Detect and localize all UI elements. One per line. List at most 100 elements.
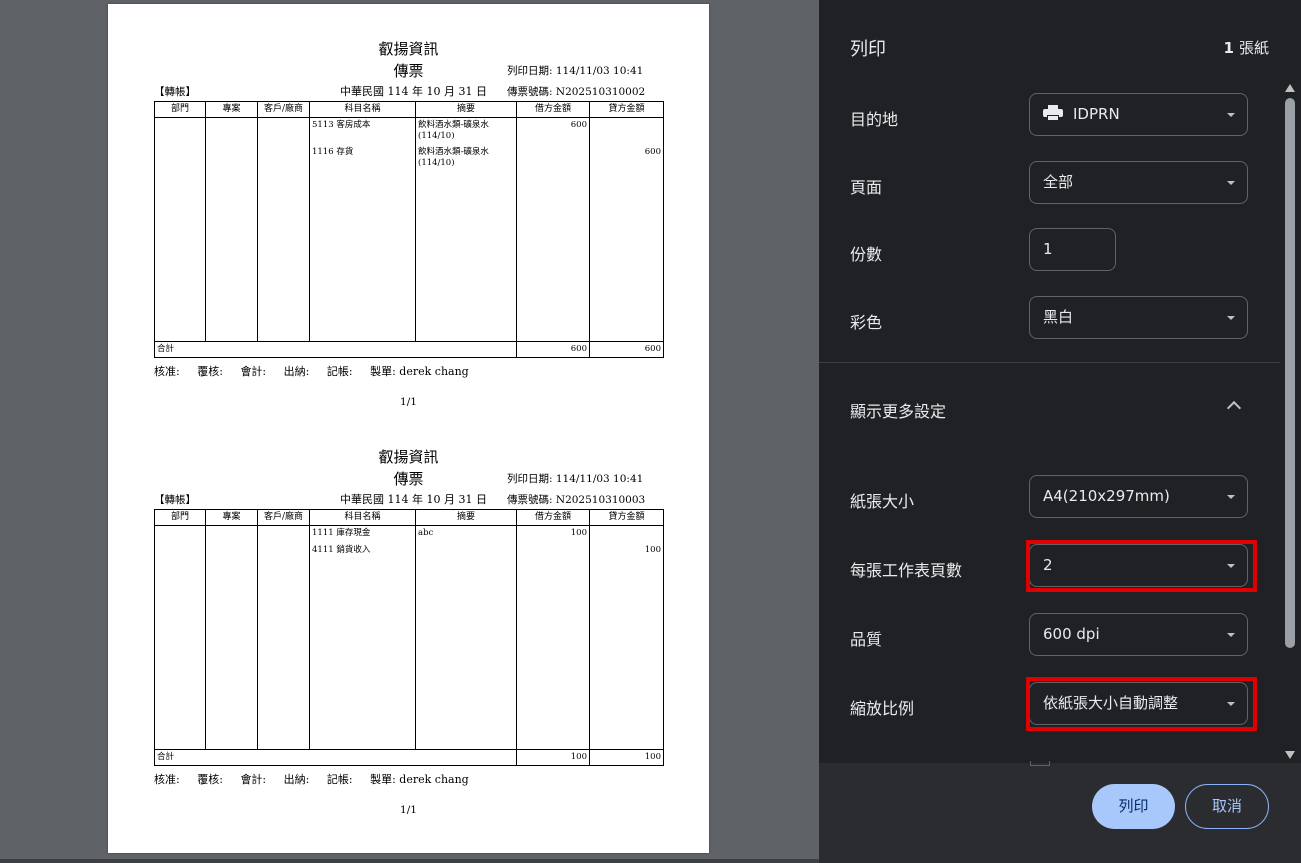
table-header-row: 部門 專案 客戶/廠商 科目名稱 摘要 借方金額 貸方金額	[154, 101, 664, 118]
copies-label: 份數	[850, 245, 883, 264]
copies-input[interactable]: 1	[1029, 228, 1116, 271]
color-select[interactable]: 黑白	[1029, 296, 1248, 339]
cell-customer	[257, 117, 310, 342]
entry-account: 1116 存貨	[312, 147, 354, 157]
voucher-number: 傳票號碼: N202510310003	[507, 494, 646, 506]
signature-review: 覆核:	[197, 365, 223, 378]
entry-memo: 飲料酒水類-礦泉水(114/10)	[418, 120, 489, 141]
sheet-count-unit: 張紙	[1238, 39, 1269, 57]
print-preview-area: 叡揚資訊 傳票 列印日期: 114/11/03 10:41 【轉帳】 中華民國 …	[0, 0, 819, 863]
chevron-down-icon	[1227, 495, 1235, 499]
entry-debit: 100	[570, 528, 587, 538]
voucher-type: 【轉帳】	[154, 86, 196, 98]
signature-line: 核准: 覆核: 會計: 出納: 記帳: 製單: derek chang	[154, 771, 469, 787]
column-header: 部門	[154, 101, 206, 118]
total-row: 合計 100 100	[154, 749, 664, 766]
column-header: 專案	[205, 101, 258, 118]
print-button[interactable]: 列印	[1092, 784, 1175, 829]
pages-per-sheet-label: 每張工作表頁數	[850, 561, 963, 580]
cell-debit: 100	[516, 525, 590, 750]
total-debit: 100	[516, 749, 590, 766]
total-label: 合計	[154, 749, 517, 766]
voucher-table: 部門 專案 客戶/廠商 科目名稱 摘要 借方金額 貸方金額 5113 客房成本 …	[154, 101, 664, 358]
pages-label: 頁面	[850, 178, 883, 197]
total-debit: 600	[516, 341, 590, 358]
column-header: 部門	[154, 509, 206, 526]
cancel-button[interactable]: 取消	[1185, 784, 1269, 829]
highlight-box	[1026, 677, 1257, 731]
cell-department	[154, 117, 206, 342]
cell-department	[154, 525, 206, 750]
preview-bottom-strip	[0, 859, 819, 863]
column-header: 貸方金額	[589, 509, 664, 526]
scrollbar-thumb[interactable]	[1285, 98, 1295, 648]
quality-value: 600 dpi	[1043, 625, 1100, 643]
entry-debit: 600	[570, 120, 587, 130]
voucher-company: 叡揚資訊	[378, 40, 439, 58]
table-header-row: 部門 專案 客戶/廠商 科目名稱 摘要 借方金額 貸方金額	[154, 509, 664, 526]
signature-cashier: 出納:	[283, 773, 310, 786]
voucher-print-date: 列印日期: 114/11/03 10:41	[507, 473, 644, 485]
checkbox-partial[interactable]	[1030, 761, 1050, 766]
entry-memo: 飲料酒水類-礦泉水(114/10)	[418, 147, 489, 168]
entry-account: 5113 客房成本	[312, 120, 371, 130]
cell-debit: 600	[516, 117, 590, 342]
voucher-date: 中華民國 114 年 10 月 31 日	[340, 85, 487, 98]
entry-credit: 100	[644, 545, 661, 555]
scroll-down-arrow-icon[interactable]	[1285, 751, 1295, 759]
cell-account: 5113 客房成本 1116 存貨	[309, 117, 416, 342]
section-divider	[819, 362, 1280, 363]
signature-line: 核准: 覆核: 會計: 出納: 記帳: 製單: derek chang	[154, 363, 469, 379]
page-number: 1/1	[400, 396, 417, 408]
sheet-count: 1 張紙	[1224, 37, 1269, 58]
entry-memo: abc	[418, 528, 434, 538]
cell-project	[205, 525, 258, 750]
pages-value: 全部	[1043, 173, 1074, 191]
sheet-count-number: 1	[1223, 39, 1234, 57]
scale-label: 縮放比例	[850, 699, 915, 718]
paper-size-value: A4(210x297mm)	[1043, 487, 1170, 505]
more-settings-toggle[interactable]: 顯示更多設定	[850, 398, 946, 422]
copies-value: 1	[1043, 240, 1053, 258]
destination-value: IDPRN	[1073, 105, 1120, 123]
total-credit: 600	[589, 341, 664, 358]
chevron-down-icon	[1227, 113, 1235, 117]
entry-credit	[592, 528, 661, 541]
settings-scrollbar[interactable]	[1282, 80, 1298, 763]
paper-size-select[interactable]: A4(210x297mm)	[1029, 475, 1248, 518]
signature-maker: 製單: derek chang	[370, 365, 469, 378]
destination-select[interactable]: IDPRN	[1029, 93, 1248, 136]
signature-bookkeeping: 記帳:	[326, 365, 353, 378]
quality-select[interactable]: 600 dpi	[1029, 613, 1248, 656]
scroll-up-arrow-icon[interactable]	[1285, 84, 1295, 92]
cell-customer	[257, 525, 310, 750]
column-header: 科目名稱	[309, 101, 416, 118]
column-header: 借方金額	[516, 509, 590, 526]
voucher-company: 叡揚資訊	[378, 448, 439, 466]
chevron-down-icon	[1227, 181, 1235, 185]
signature-accounting: 會計:	[240, 773, 267, 786]
table-row: 5113 客房成本 1116 存貨 飲料酒水類-礦泉水(114/10) 飲料酒水…	[154, 117, 664, 342]
cell-project	[205, 117, 258, 342]
column-header: 摘要	[415, 509, 517, 526]
pages-select[interactable]: 全部	[1029, 161, 1248, 204]
voucher-date: 中華民國 114 年 10 月 31 日	[340, 493, 487, 506]
entry-credit: 600	[644, 147, 661, 157]
cell-account: 1111 庫存現金 4111 銷貨收入	[309, 525, 416, 750]
column-header: 借方金額	[516, 101, 590, 118]
preview-page: 叡揚資訊 傳票 列印日期: 114/11/03 10:41 【轉帳】 中華民國 …	[108, 4, 709, 853]
color-value: 黑白	[1043, 308, 1074, 326]
chevron-down-icon	[1227, 316, 1235, 320]
signature-bookkeeping: 記帳:	[326, 773, 353, 786]
page-number: 1/1	[400, 804, 417, 816]
signature-review: 覆核:	[197, 773, 223, 786]
column-header: 科目名稱	[309, 509, 416, 526]
column-header: 摘要	[415, 101, 517, 118]
total-row: 合計 600 600	[154, 341, 664, 358]
cell-memo: abc	[415, 525, 517, 750]
highlight-box	[1026, 540, 1257, 592]
print-settings-panel: 列印 1 張紙 目的地 IDPRN 頁面 全部 份數 1 彩色 黑白 顯示更多設定…	[819, 0, 1301, 863]
signature-accounting: 會計:	[240, 365, 267, 378]
chevron-up-icon[interactable]	[1226, 400, 1242, 416]
total-label: 合計	[154, 341, 517, 358]
